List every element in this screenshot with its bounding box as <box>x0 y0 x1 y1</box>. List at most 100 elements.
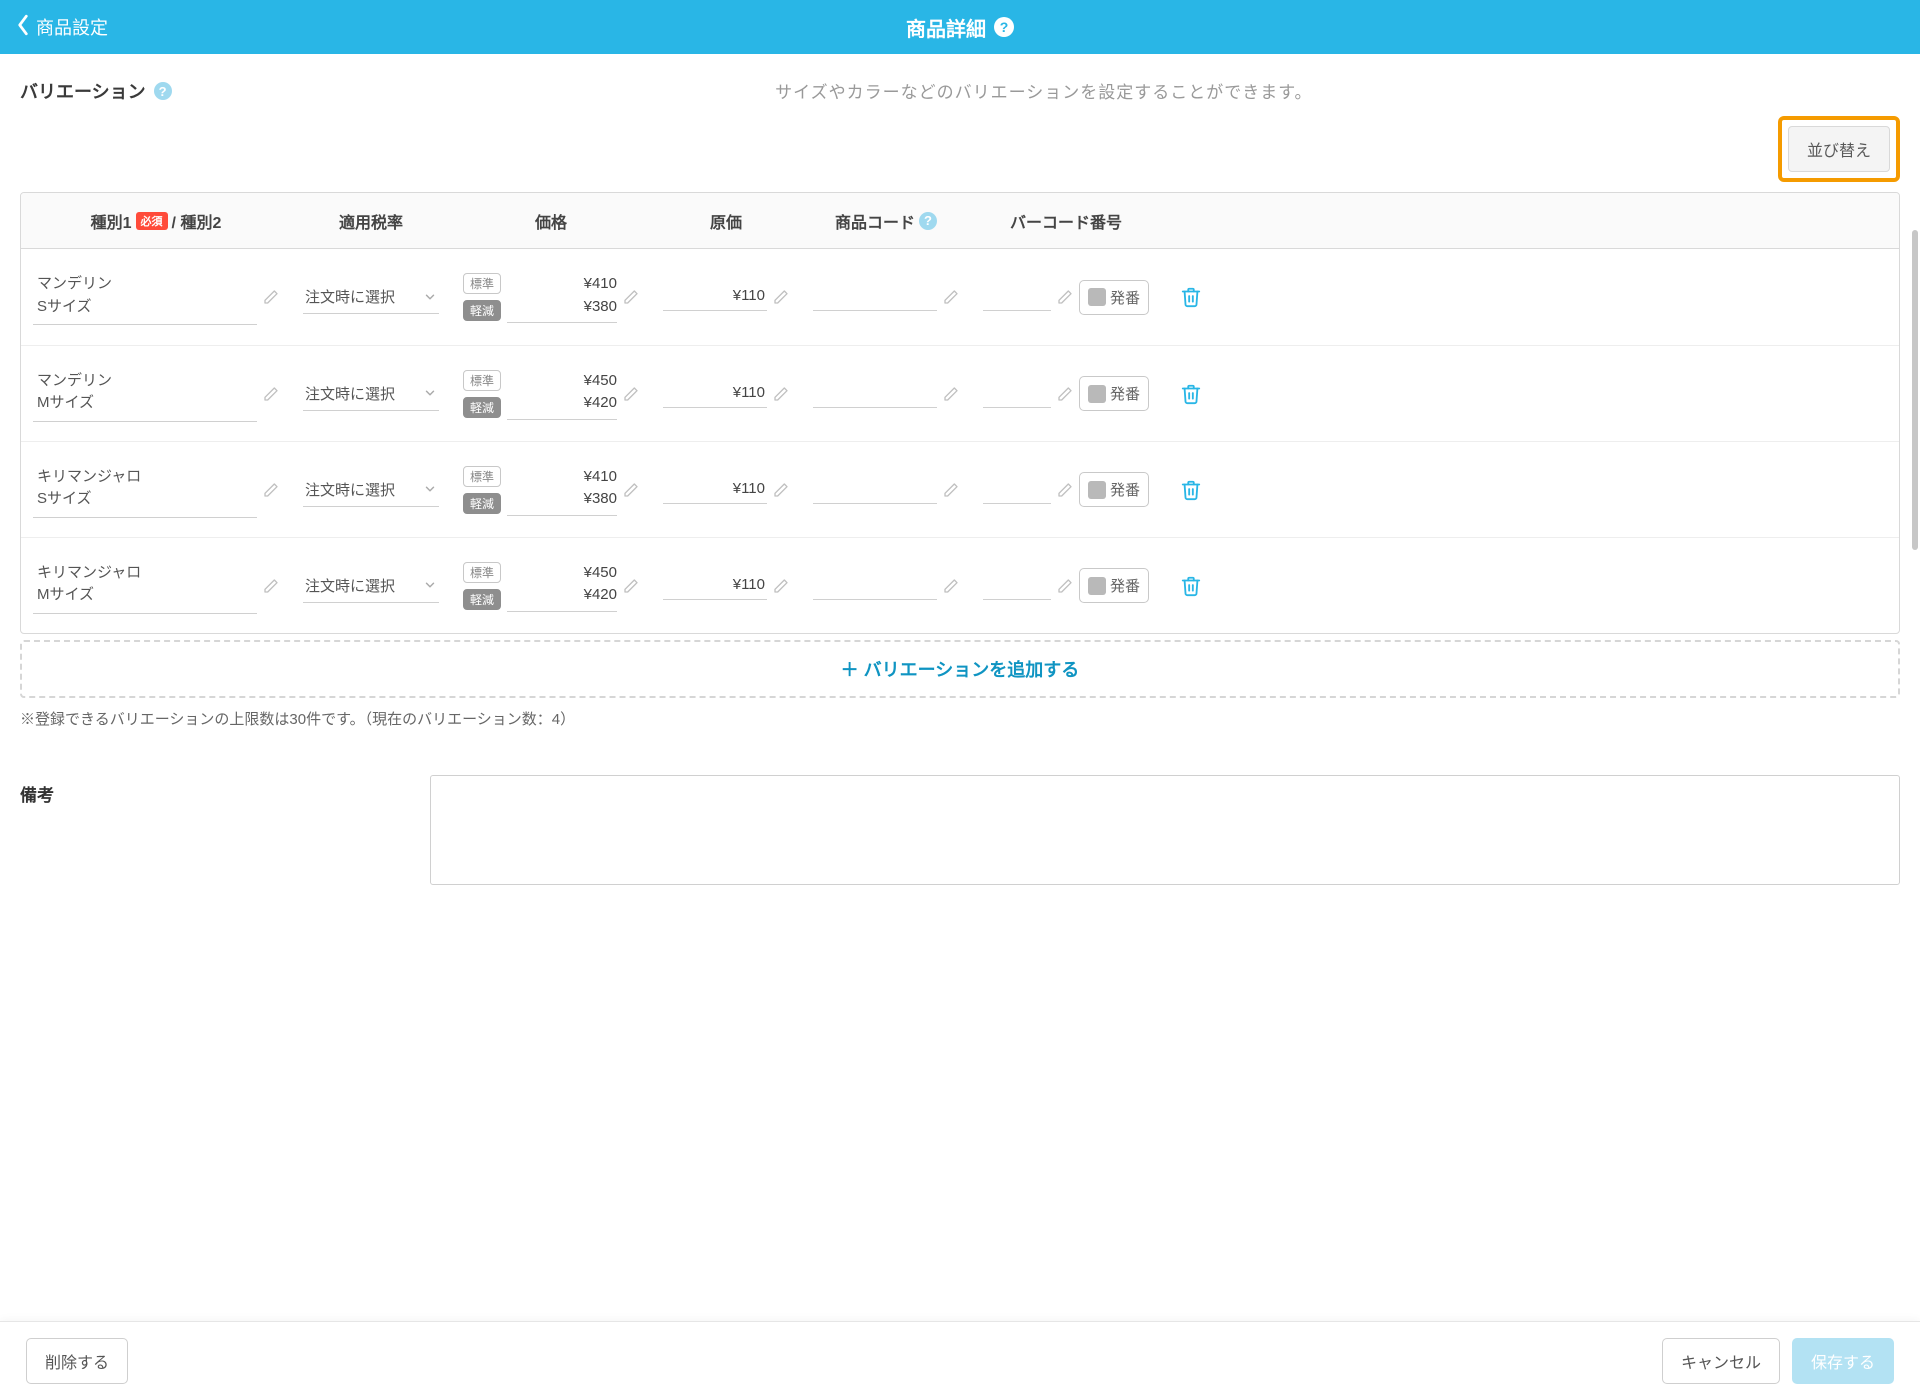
barcode-field[interactable] <box>983 380 1051 408</box>
table-row: マンデリンSサイズ 注文時に選択 標準 軽減 ¥410 ¥380 ¥110 <box>21 249 1899 345</box>
tax-select[interactable]: 注文時に選択 <box>303 473 439 507</box>
variation-table: 種別1 必須 / 種別2 適用税率 価格 原価 商品コード ? バーコード番号 … <box>20 192 1900 634</box>
pencil-icon[interactable] <box>943 482 959 498</box>
issue-barcode-button[interactable]: 発番 <box>1079 472 1149 507</box>
pencil-icon[interactable] <box>623 386 639 402</box>
pencil-icon[interactable] <box>623 578 639 594</box>
help-icon[interactable]: ? <box>919 212 937 230</box>
pencil-icon[interactable] <box>623 482 639 498</box>
tax-value: 注文時に選択 <box>305 286 395 307</box>
price-standard: ¥410 <box>507 466 617 489</box>
product-code-field[interactable] <box>813 283 937 311</box>
trash-icon[interactable] <box>1180 479 1202 501</box>
table-row: キリマンジャロSサイズ 注文時に選択 標準 軽減 ¥410 ¥380 ¥110 <box>21 441 1899 537</box>
issue-barcode-button[interactable]: 発番 <box>1079 568 1149 603</box>
pencil-icon[interactable] <box>263 578 279 594</box>
pencil-icon[interactable] <box>943 289 959 305</box>
price-field[interactable]: ¥450 ¥420 <box>507 560 617 612</box>
product-code-field[interactable] <box>813 476 937 504</box>
product-code-field[interactable] <box>813 380 937 408</box>
type-field[interactable]: マンデリンMサイズ <box>33 366 257 422</box>
price-field[interactable]: ¥450 ¥420 <box>507 368 617 420</box>
type-field[interactable]: キリマンジャロMサイズ <box>33 558 257 614</box>
sort-button[interactable]: 並び替え <box>1788 126 1890 172</box>
required-badge: 必須 <box>136 212 168 230</box>
header-cost: 原価 <box>651 209 801 233</box>
barcode-field[interactable] <box>983 572 1051 600</box>
pencil-icon[interactable] <box>263 386 279 402</box>
chevron-left-icon <box>16 14 30 41</box>
price-tag-standard: 標準 <box>463 466 501 487</box>
tax-select[interactable]: 注文時に選択 <box>303 280 439 314</box>
pencil-icon[interactable] <box>263 289 279 305</box>
cost-field[interactable]: ¥110 <box>663 283 767 311</box>
price-reduced: ¥420 <box>507 584 617 607</box>
pencil-icon[interactable] <box>773 289 789 305</box>
help-icon[interactable]: ? <box>154 82 172 100</box>
help-icon[interactable]: ? <box>994 17 1014 37</box>
price-tag-reduced: 軽減 <box>463 300 501 321</box>
delete-button[interactable]: 削除する <box>26 1338 128 1384</box>
pencil-icon[interactable] <box>1057 482 1073 498</box>
trash-icon[interactable] <box>1180 383 1202 405</box>
pencil-icon[interactable] <box>773 386 789 402</box>
sort-button-highlight: 並び替え <box>1778 116 1900 182</box>
price-field[interactable]: ¥410 ¥380 <box>507 464 617 516</box>
table-row: マンデリンMサイズ 注文時に選択 標準 軽減 ¥450 ¥420 ¥110 <box>21 345 1899 441</box>
price-tag-standard: 標準 <box>463 562 501 583</box>
page-title-text: 商品詳細 <box>906 13 986 42</box>
header-price: 価格 <box>451 209 651 233</box>
tax-select[interactable]: 注文時に選択 <box>303 569 439 603</box>
type-field[interactable]: マンデリンSサイズ <box>33 269 257 325</box>
issue-label: 発番 <box>1110 287 1140 308</box>
barcode-swatch-icon <box>1088 481 1106 499</box>
type-field[interactable]: キリマンジャロSサイズ <box>33 462 257 518</box>
barcode-swatch-icon <box>1088 288 1106 306</box>
header-tax: 適用税率 <box>291 209 451 233</box>
cost-field[interactable]: ¥110 <box>663 572 767 600</box>
back-label: 商品設定 <box>36 14 108 40</box>
remarks-textarea[interactable] <box>430 775 1900 885</box>
barcode-swatch-icon <box>1088 577 1106 595</box>
barcode-field[interactable] <box>983 283 1051 311</box>
price-tag-standard: 標準 <box>463 370 501 391</box>
header-type1: 種別1 <box>91 209 132 233</box>
cost-field[interactable]: ¥110 <box>663 380 767 408</box>
trash-icon[interactable] <box>1180 286 1202 308</box>
price-standard: ¥410 <box>507 273 617 296</box>
issue-barcode-button[interactable]: 発番 <box>1079 376 1149 411</box>
add-variation-button[interactable]: ＋ バリエーションを追加する <box>20 640 1900 698</box>
pencil-icon[interactable] <box>263 482 279 498</box>
save-button[interactable]: 保存する <box>1792 1338 1894 1384</box>
issue-barcode-button[interactable]: 発番 <box>1079 280 1149 315</box>
tax-value: 注文時に選択 <box>305 575 395 596</box>
cancel-button[interactable]: キャンセル <box>1662 1338 1780 1384</box>
price-field[interactable]: ¥410 ¥380 <box>507 271 617 323</box>
pencil-icon[interactable] <box>943 578 959 594</box>
pencil-icon[interactable] <box>773 578 789 594</box>
pencil-icon[interactable] <box>623 289 639 305</box>
issue-label: 発番 <box>1110 479 1140 500</box>
table-row: キリマンジャロMサイズ 注文時に選択 標準 軽減 ¥450 ¥420 ¥110 <box>21 537 1899 633</box>
product-code-field[interactable] <box>813 572 937 600</box>
pencil-icon[interactable] <box>943 386 959 402</box>
pencil-icon[interactable] <box>1057 386 1073 402</box>
price-tag-reduced: 軽減 <box>463 589 501 610</box>
cost-field[interactable]: ¥110 <box>663 476 767 504</box>
trash-icon[interactable] <box>1180 575 1202 597</box>
chevron-down-icon <box>423 290 437 304</box>
price-reduced: ¥380 <box>507 296 617 319</box>
header-code: 商品コード ? <box>801 209 971 233</box>
tax-select[interactable]: 注文時に選択 <box>303 377 439 411</box>
pencil-icon[interactable] <box>773 482 789 498</box>
chevron-down-icon <box>423 386 437 400</box>
back-button[interactable]: 商品設定 <box>0 14 124 41</box>
tax-value: 注文時に選択 <box>305 383 395 404</box>
scrollbar[interactable] <box>1912 230 1918 550</box>
pencil-icon[interactable] <box>1057 289 1073 305</box>
header-barcode: バーコード番号 <box>971 209 1161 233</box>
barcode-field[interactable] <box>983 476 1051 504</box>
chevron-down-icon <box>423 482 437 496</box>
pencil-icon[interactable] <box>1057 578 1073 594</box>
table-header: 種別1 必須 / 種別2 適用税率 価格 原価 商品コード ? バーコード番号 <box>21 193 1899 249</box>
